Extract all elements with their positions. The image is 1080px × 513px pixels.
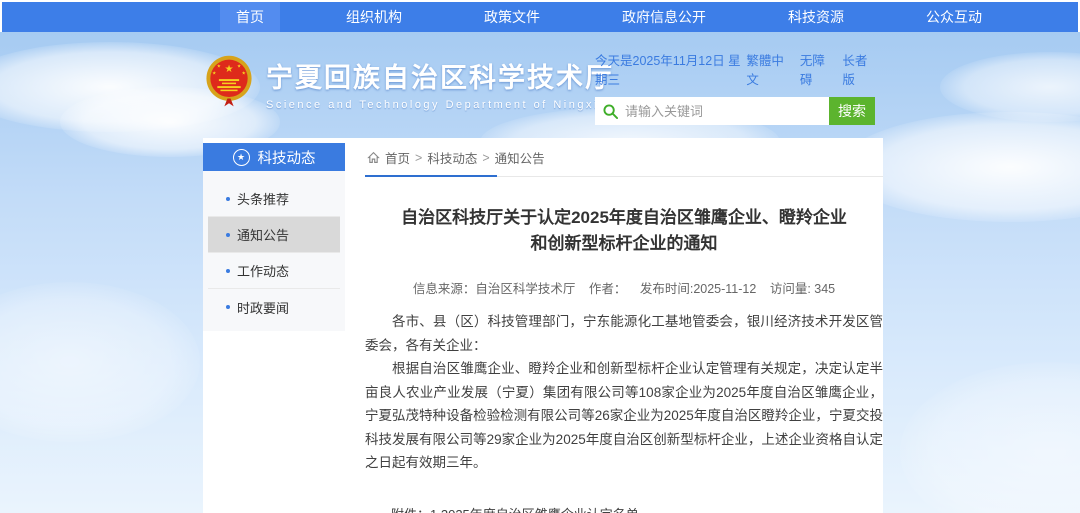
- cloud-decoration: [940, 52, 1080, 122]
- attachments-label: 附件：: [391, 503, 430, 513]
- sidebar-item-label: 工作动态: [237, 261, 289, 280]
- article-title-line2: 和创新型标杆企业的通知: [365, 231, 883, 257]
- article-visit-count: 访问量: 345: [770, 282, 835, 296]
- article-paragraph: 各市、县（区）科技管理部门，宁东能源化工基地管委会，银川经济技术开发区管委会，各…: [365, 310, 883, 357]
- attachments-block: 附件： 1.2025年度自治区雏鹰企业认定名单 2.2025年度自治区瞪羚企业认…: [391, 503, 883, 513]
- site-name: 宁夏回族自治区科学技术厅: [266, 56, 614, 95]
- sidebar: ★ 科技动态 头条推荐 通知公告 工作动态 时政要闻: [203, 143, 345, 331]
- breadcrumb-sci-tech-news[interactable]: 科技动态: [427, 148, 477, 167]
- today-date: 今天是2025年11月12日 星期三: [595, 50, 746, 88]
- article-meta: 信息来源：自治区科学技术厅 作者： 发布时间:2025-11-12 访问量: 3…: [365, 278, 883, 297]
- breadcrumb: 首页 > 科技动态 > 通知公告: [365, 138, 883, 177]
- nav-item-sci-tech-resources[interactable]: 科技资源: [772, 2, 860, 32]
- star-circle-icon: ★: [233, 149, 250, 166]
- sidebar-item-current-politics[interactable]: 时政要闻: [208, 289, 340, 325]
- svg-text:★: ★: [224, 64, 233, 75]
- brand-text: 宁夏回族自治区科学技术厅 Science and Technology Depa…: [266, 56, 614, 111]
- page: 首页 组织机构 政策文件 政府信息公开 科技资源 公众互动 ★ ★ ★ ★ ★: [0, 0, 1080, 513]
- article-source: 信息来源：自治区科学技术厅: [413, 282, 576, 296]
- search-input[interactable]: [625, 104, 821, 119]
- breadcrumb-separator: >: [482, 151, 489, 165]
- search-button[interactable]: 搜索: [829, 97, 875, 125]
- link-traditional-chinese[interactable]: 繁體中文: [746, 50, 789, 88]
- sidebar-item-label: 时政要闻: [237, 298, 289, 317]
- svg-text:★: ★: [212, 70, 216, 75]
- bullet-dot-icon: [226, 305, 230, 309]
- nav-item-public-interaction[interactable]: 公众互动: [910, 2, 998, 32]
- sidebar-list: 头条推荐 通知公告 工作动态 时政要闻: [203, 171, 345, 331]
- quick-links: 繁體中文 无障碍 长者版: [746, 50, 875, 88]
- article-area: 首页 > 科技动态 > 通知公告 自治区科技厅关于认定2025年度自治区雏鹰企业…: [365, 138, 883, 513]
- breadcrumb-active-underline: [365, 175, 497, 177]
- sidebar-item-headline-recommend[interactable]: 头条推荐: [208, 181, 340, 217]
- article-body: 各市、县（区）科技管理部门，宁东能源化工基地管委会，银川经济技术开发区管委会，各…: [365, 310, 883, 475]
- link-accessibility[interactable]: 无障碍: [800, 50, 833, 88]
- top-navigation: 首页 组织机构 政策文件 政府信息公开 科技资源 公众互动: [2, 2, 1078, 32]
- sidebar-header: ★ 科技动态: [203, 143, 345, 171]
- search-box: [595, 97, 829, 125]
- attachments-list: 1.2025年度自治区雏鹰企业认定名单 2.2025年度自治区瞪羚企业认定名单 …: [430, 503, 678, 513]
- link-elder-version[interactable]: 长者版: [842, 50, 875, 88]
- article-publish-time: 发布时间:2025-11-12: [640, 282, 757, 296]
- sidebar-item-label: 头条推荐: [237, 189, 289, 208]
- sidebar-item-label: 通知公告: [237, 225, 289, 244]
- breadcrumb-separator: >: [415, 151, 422, 165]
- bullet-dot-icon: [226, 233, 230, 237]
- site-name-english: Science and Technology Department of Nin…: [266, 99, 614, 111]
- bullet-dot-icon: [226, 269, 230, 273]
- cloud-decoration: [900, 362, 1080, 513]
- search-icon: [603, 104, 618, 119]
- attachment-link-eagle-list[interactable]: 1.2025年度自治区雏鹰企业认定名单: [430, 503, 678, 513]
- article-author: 作者：: [589, 282, 627, 296]
- article-paragraph: 根据自治区雏鹰企业、瞪羚企业和创新型标杆企业认定管理有关规定，决定认定半亩良人农…: [365, 357, 883, 475]
- content-panel: ★ 科技动态 头条推荐 通知公告 工作动态 时政要闻: [203, 138, 883, 513]
- article-title-line1: 自治区科技厅关于认定2025年度自治区雏鹰企业、瞪羚企业: [365, 205, 883, 231]
- sidebar-item-work-updates[interactable]: 工作动态: [208, 253, 340, 289]
- search-bar: 搜索: [595, 97, 875, 125]
- svg-text:★: ★: [242, 70, 246, 75]
- article-title: 自治区科技厅关于认定2025年度自治区雏鹰企业、瞪羚企业 和创新型标杆企业的通知: [365, 205, 883, 257]
- nav-item-home[interactable]: 首页: [220, 2, 280, 32]
- national-emblem-logo: ★ ★ ★ ★ ★: [204, 55, 254, 111]
- site-brand: ★ ★ ★ ★ ★ 宁夏回族自治区科学技术厅 Science and Techn…: [204, 55, 614, 111]
- nav-item-gov-info-disclosure[interactable]: 政府信息公开: [606, 2, 722, 32]
- header-right: 今天是2025年11月12日 星期三 繁體中文 无障碍 长者版 搜索: [595, 50, 875, 125]
- nav-item-policy-documents[interactable]: 政策文件: [468, 2, 556, 32]
- cloud-decoration: [0, 282, 200, 442]
- svg-text:★: ★: [237, 63, 241, 68]
- home-icon: [367, 151, 380, 164]
- nav-item-organization[interactable]: 组织机构: [330, 2, 418, 32]
- breadcrumb-notices[interactable]: 通知公告: [495, 148, 545, 167]
- svg-text:★: ★: [217, 63, 221, 68]
- sidebar-item-notices[interactable]: 通知公告: [208, 217, 340, 253]
- sidebar-title: 科技动态: [258, 147, 316, 168]
- bullet-dot-icon: [226, 197, 230, 201]
- header-meta-row: 今天是2025年11月12日 星期三 繁體中文 无障碍 长者版: [595, 50, 875, 88]
- breadcrumb-home[interactable]: 首页: [385, 148, 410, 167]
